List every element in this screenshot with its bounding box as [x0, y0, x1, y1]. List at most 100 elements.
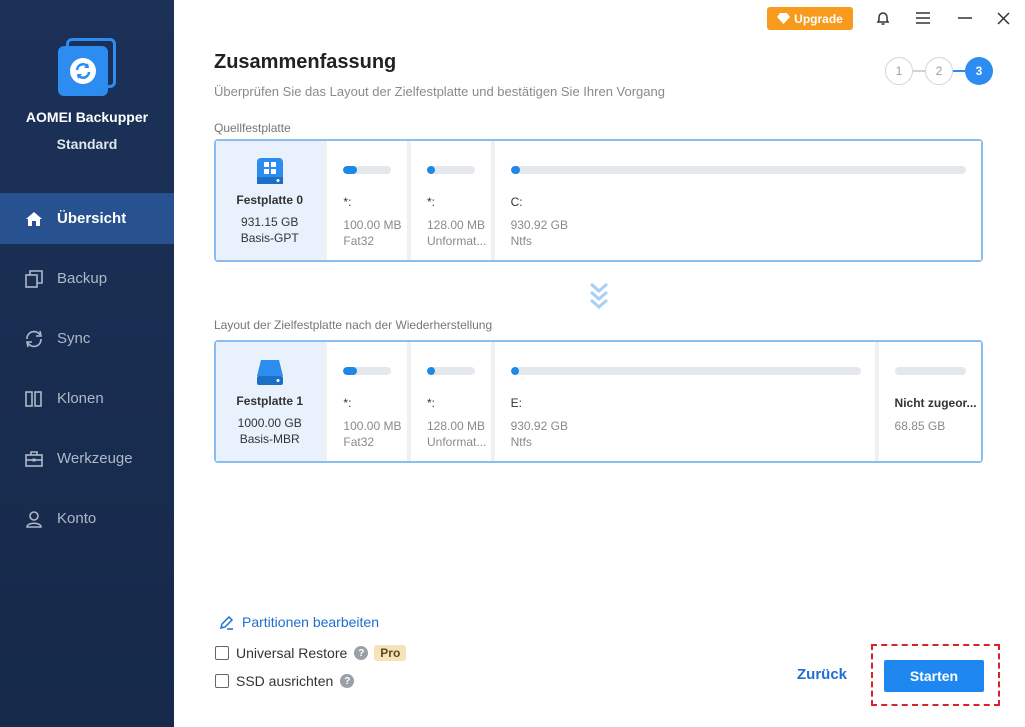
pencil-icon: [219, 615, 234, 630]
sidebar-item-label: Sync: [57, 330, 91, 347]
app-edition: Standard: [56, 136, 118, 152]
page-title: Zusammenfassung: [214, 51, 397, 73]
usage-bar: [510, 367, 861, 375]
toolbox-icon: [24, 449, 44, 469]
sidebar-nav: Übersicht Backup Sync Klonen Werkzeuge K…: [0, 193, 174, 553]
bell-icon[interactable]: [873, 8, 893, 28]
target-disk-box[interactable]: Festplatte 1 1000.00 GB Basis-MBR *: 100…: [214, 340, 983, 463]
partition-item[interactable]: *: 100.00 MB Fat32: [327, 342, 407, 461]
sidebar: AOMEI Backupper Standard Übersicht Backu…: [0, 0, 174, 727]
upgrade-label: Upgrade: [794, 11, 843, 26]
partition-size: 100.00 MB: [343, 218, 402, 232]
partition-fs: Ntfs: [510, 234, 532, 248]
usage-fill: [510, 367, 519, 375]
minimize-icon[interactable]: [955, 8, 975, 28]
target-label: Layout der Zielfestplatte nach der Wiede…: [214, 318, 493, 332]
step-connector: [953, 70, 965, 72]
partition-letter: *:: [343, 396, 352, 410]
edit-partitions-link[interactable]: Partitionen bearbeiten: [219, 614, 379, 630]
usage-bar: [343, 166, 392, 174]
partition-item[interactable]: E: 930.92 GB Ntfs: [494, 342, 875, 461]
start-button[interactable]: Starten: [884, 660, 984, 692]
menu-icon[interactable]: [913, 8, 933, 28]
back-button[interactable]: Zurück: [797, 666, 847, 683]
partition-size: 100.00 MB: [343, 419, 402, 433]
partition-item[interactable]: *: 128.00 MB Unformat...: [411, 342, 491, 461]
ssd-align-label: SSD ausrichten: [236, 673, 334, 689]
app-name: AOMEI Backupper: [25, 109, 149, 125]
sidebar-item-label: Konto: [57, 510, 97, 527]
help-icon[interactable]: ?: [354, 646, 369, 660]
pro-badge: Pro: [374, 645, 407, 661]
close-icon[interactable]: [993, 8, 1013, 28]
universal-restore-option: Universal Restore ? Pro: [215, 645, 407, 661]
partition-item[interactable]: *: 100.00 MB Fat32: [327, 141, 407, 260]
step-connector: [913, 70, 925, 72]
target-disk-info: Festplatte 1 1000.00 GB Basis-MBR: [216, 342, 324, 461]
sidebar-item-konto[interactable]: Konto: [0, 493, 174, 544]
partition-size: 930.92 GB: [510, 419, 568, 433]
universal-restore-checkbox[interactable]: [215, 646, 229, 660]
disk-type: Basis-MBR: [239, 432, 300, 446]
sync-logo-icon: [70, 58, 96, 84]
ssd-align-checkbox[interactable]: [215, 674, 229, 688]
step-3: 3: [965, 57, 993, 85]
partition-item[interactable]: C: 930.92 GB Ntfs: [494, 141, 981, 260]
disk-size: 1000.00 GB: [237, 416, 302, 430]
partition-item-unallocated[interactable]: Nicht zugeor... 68.85 GB: [878, 342, 981, 461]
disk-size: 931.15 GB: [241, 215, 299, 229]
universal-restore-label: Universal Restore: [236, 645, 348, 661]
sidebar-item-label: Backup: [57, 270, 108, 287]
source-label: Quellfestplatte: [214, 121, 291, 135]
partition-fs: Fat32: [343, 234, 375, 248]
sidebar-item-label: Übersicht: [57, 210, 127, 227]
partition-size: 128.00 MB: [427, 419, 486, 433]
partition-size: 68.85 GB: [894, 419, 946, 433]
usage-bar: [343, 367, 392, 375]
usage-bar: [894, 367, 966, 375]
upgrade-button[interactable]: Upgrade: [767, 7, 853, 30]
partition-fs: Ntfs: [510, 435, 532, 449]
sidebar-item-sync[interactable]: Sync: [0, 313, 174, 364]
partition-fs: Unformat...: [427, 234, 487, 248]
app-logo: [58, 38, 116, 96]
usage-bar: [427, 166, 475, 174]
partition-letter: E:: [510, 396, 522, 410]
clone-icon: [24, 389, 44, 409]
sidebar-item-werkzeuge[interactable]: Werkzeuge: [0, 433, 174, 484]
page-subtitle: Überprüfen Sie das Layout der Zielfestpl…: [214, 84, 665, 99]
diamond-icon: [777, 13, 791, 24]
sidebar-item-label: Klonen: [57, 390, 104, 407]
sidebar-item-uebersicht[interactable]: Übersicht: [0, 193, 174, 244]
user-icon: [24, 509, 44, 529]
disk-type: Basis-GPT: [240, 231, 299, 245]
edit-partitions-label: Partitionen bearbeiten: [242, 614, 379, 630]
partition-item[interactable]: *: 128.00 MB Unformat...: [411, 141, 491, 260]
ssd-align-option: SSD ausrichten ?: [215, 673, 355, 689]
sidebar-item-label: Werkzeuge: [57, 450, 133, 467]
source-disk-box[interactable]: Festplatte 0 931.15 GB Basis-GPT *: 100.…: [214, 139, 983, 262]
partition-letter: Nicht zugeor...: [894, 396, 977, 410]
sidebar-item-backup[interactable]: Backup: [0, 253, 174, 304]
disk-icon: [256, 158, 283, 184]
disk-name: Festplatte 1: [236, 394, 304, 408]
partition-letter: C:: [510, 195, 523, 209]
source-disk-info: Festplatte 0 931.15 GB Basis-GPT: [216, 141, 324, 260]
partition-fs: Fat32: [343, 435, 375, 449]
disk-icon: [256, 360, 283, 385]
step-2: 2: [925, 57, 953, 85]
partition-size: 930.92 GB: [510, 218, 568, 232]
disk-name: Festplatte 0: [236, 193, 304, 207]
step-1: 1: [885, 57, 913, 85]
partition-fs: Unformat...: [427, 435, 487, 449]
usage-fill: [343, 166, 358, 174]
usage-fill: [427, 166, 435, 174]
sidebar-item-klonen[interactable]: Klonen: [0, 373, 174, 424]
partition-letter: *:: [343, 195, 352, 209]
usage-fill: [510, 166, 520, 174]
usage-fill: [427, 367, 435, 375]
home-icon: [24, 209, 44, 229]
partition-size: 128.00 MB: [427, 218, 486, 232]
help-icon[interactable]: ?: [340, 674, 355, 688]
partition-letter: *:: [427, 195, 436, 209]
